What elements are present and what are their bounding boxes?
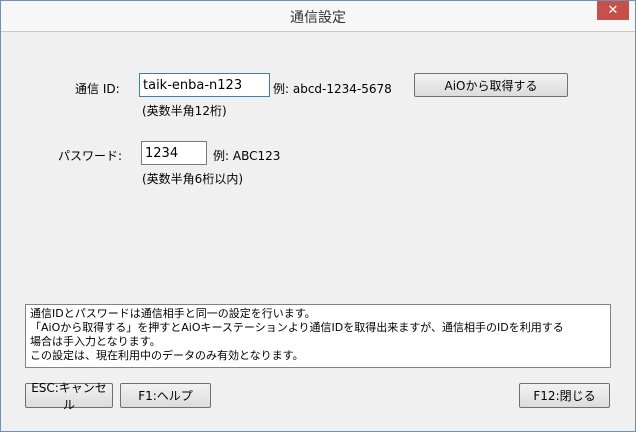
title-bar: 通信設定 ✕: [1, 1, 635, 32]
comm-id-input[interactable]: [139, 73, 270, 97]
comm-id-label: 通信 ID:: [75, 82, 120, 96]
close-button[interactable]: ✕: [597, 1, 629, 20]
password-hint: (英数半角6桁以内): [142, 172, 243, 186]
esc-cancel-button[interactable]: ESC:キャンセル: [25, 381, 113, 412]
password-label: パスワード:: [58, 149, 123, 163]
note-line: 場合は手入力となります。: [30, 335, 161, 348]
f12-close-button[interactable]: F12:閉じる: [519, 383, 610, 408]
note-line: 「AiOから取得する」を押すとAiOキーステーションより通信IDを取得出来ますが…: [30, 321, 564, 334]
settings-dialog: 通信設定 ✕ 通信 ID: 例: abcd-1234-5678 AiOから取得す…: [0, 0, 636, 432]
notes-box: 通信IDとパスワードは通信相手と同一の設定を行います。 「AiOから取得する」を…: [25, 304, 611, 368]
password-example: 例: ABC123: [213, 149, 281, 163]
note-line: この設定は、現在利用中のデータのみ有効となります。: [30, 349, 304, 362]
window-title: 通信設定: [290, 10, 346, 26]
password-input[interactable]: [141, 141, 207, 165]
comm-id-example: 例: abcd-1234-5678: [273, 82, 392, 96]
comm-id-hint: (英数半角12桁): [142, 104, 227, 118]
note-line: 通信IDとパスワードは通信相手と同一の設定を行います。: [30, 307, 316, 320]
f1-help-button[interactable]: F1:ヘルプ: [120, 383, 211, 408]
fetch-from-aio-button[interactable]: AiOから取得する: [414, 73, 568, 97]
